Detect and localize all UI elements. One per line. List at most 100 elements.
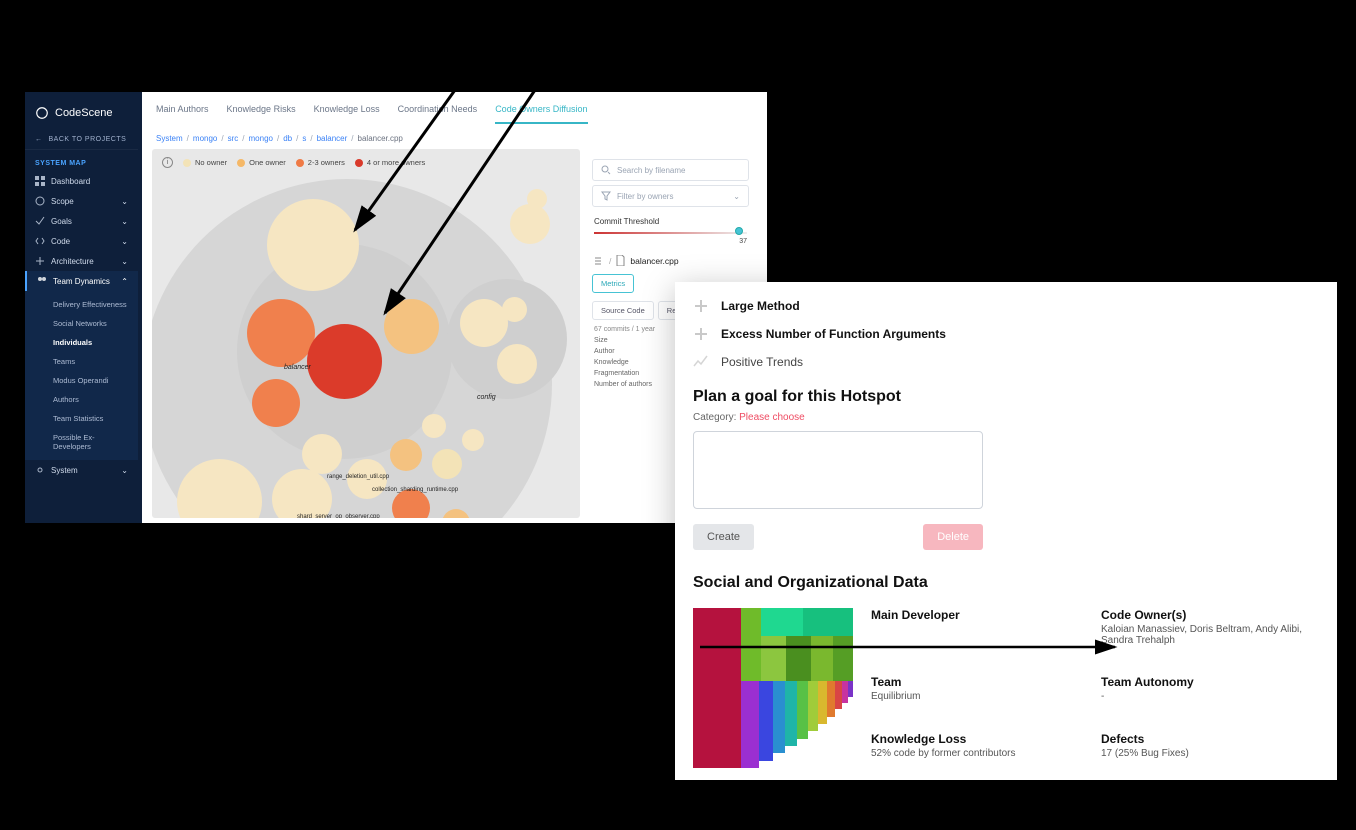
subnav-stats[interactable]: Team Statistics — [25, 409, 138, 428]
commit-threshold-label: Commit Threshold — [588, 211, 753, 228]
crumb-s[interactable]: s — [302, 134, 306, 143]
people-icon — [37, 276, 47, 286]
subnav-delivery[interactable]: Delivery Effectiveness — [25, 295, 138, 314]
chevron-down-icon: ⌄ — [121, 257, 128, 266]
nav-scope[interactable]: Scope ⌄ — [25, 191, 138, 211]
plus-icon — [693, 298, 709, 314]
issue-excess-args[interactable]: Excess Number of Function Arguments — [693, 320, 1319, 348]
social-columns: Main Developer Code Owner(s) Kaloian Man… — [871, 608, 1319, 768]
breadcrumb: System/ mongo/ src/ mongo/ db/ s/ balanc… — [138, 124, 767, 149]
file-collection-sharding: collection_sharding_runtime.cpp — [372, 487, 458, 493]
nav-system-label: System — [51, 466, 78, 475]
legend-two-three: 2-3 owners — [308, 158, 345, 167]
search-icon — [601, 165, 611, 175]
chevron-down-icon: ⌄ — [121, 217, 128, 226]
nav-code-label: Code — [51, 237, 70, 246]
issue-large-method[interactable]: Large Method — [693, 292, 1319, 320]
kv-author-k: Author — [594, 348, 615, 355]
subnav-authors[interactable]: Authors — [25, 390, 138, 409]
subnav-teams[interactable]: Teams — [25, 352, 138, 371]
positive-trends-label: Positive Trends — [721, 355, 803, 369]
chevron-up-icon: ⌃ — [121, 277, 128, 286]
metrics-button[interactable]: Metrics — [592, 274, 634, 293]
ownership-treemap[interactable] — [693, 608, 853, 768]
kv-frag-k: Fragmentation — [594, 370, 639, 377]
kv-knowledge-k: Knowledge — [594, 359, 629, 366]
tab-coordination[interactable]: Coordination Needs — [398, 104, 478, 124]
codescene-window: CodeScene ← BACK TO PROJECTS SYSTEM MAP … — [25, 92, 767, 523]
selected-file-name: balancer.cpp — [630, 256, 678, 266]
nav-system[interactable]: System ⌄ — [25, 460, 138, 480]
file-shard-server: shard_server_op_observer.cpp — [297, 514, 380, 518]
chevron-down-icon: ⌄ — [121, 237, 128, 246]
subnav-social[interactable]: Social Networks — [25, 314, 138, 333]
legend-four-more: 4 or more owners — [367, 158, 425, 167]
trend-icon — [693, 354, 709, 370]
file-icon — [616, 255, 625, 266]
info-icon[interactable]: i — [162, 157, 173, 168]
back-label: BACK TO PROJECTS — [49, 136, 127, 143]
nav-team-dynamics-label: Team Dynamics — [53, 277, 110, 286]
source-code-button[interactable]: Source Code — [592, 301, 654, 320]
social-data-title: Social and Organizational Data — [693, 570, 1319, 598]
gear-icon — [35, 465, 45, 475]
nav-code[interactable]: Code ⌄ — [25, 231, 138, 251]
main-dev-label: Main Developer — [871, 608, 1089, 622]
tab-knowledge-risks[interactable]: Knowledge Risks — [227, 104, 296, 124]
arrow-left-icon: ← — [35, 136, 43, 143]
crumb-db[interactable]: db — [283, 134, 292, 143]
plan-goal-title: Plan a goal for this Hotspot — [693, 384, 1319, 412]
tab-main-authors[interactable]: Main Authors — [156, 104, 209, 124]
commit-threshold-slider[interactable] — [594, 230, 747, 236]
tab-knowledge-loss[interactable]: Knowledge Loss — [314, 104, 380, 124]
diffusion-visualization[interactable]: i No owner One owner 2-3 owners 4 or mor… — [152, 149, 580, 518]
team-block: Team Equilibrium — [871, 675, 1089, 711]
code-owners-value: Kaloian Manassiev, Doris Beltram, Andy A… — [1101, 624, 1319, 646]
crumb-system[interactable]: System — [156, 134, 183, 143]
architecture-icon — [35, 256, 45, 266]
nav-dashboard[interactable]: Dashboard — [25, 171, 138, 191]
crumb-mongo[interactable]: mongo — [193, 134, 217, 143]
tab-bar: Main Authors Knowledge Risks Knowledge L… — [138, 92, 767, 124]
main-developer-block: Main Developer — [871, 608, 1089, 655]
code-owners-block: Code Owner(s) Kaloian Manassiev, Doris B… — [1101, 608, 1319, 655]
team-label: Team — [871, 675, 1089, 689]
nav-goals[interactable]: Goals ⌄ — [25, 211, 138, 231]
nav-team-dynamics[interactable]: Team Dynamics ⌃ — [25, 271, 138, 291]
filter-icon — [601, 191, 611, 201]
sidebar-edge — [138, 92, 142, 523]
back-to-projects[interactable]: ← BACK TO PROJECTS — [25, 130, 138, 150]
app-logo[interactable]: CodeScene — [25, 100, 138, 130]
knowledge-loss-value: 52% code by former contributors — [871, 748, 1089, 759]
defects-block: Defects 17 (25% Bug Fixes) — [1101, 732, 1319, 768]
tab-code-owners-diffusion[interactable]: Code Owners Diffusion — [495, 104, 587, 124]
team-dynamics-submenu: Delivery Effectiveness Social Networks I… — [25, 291, 138, 460]
kv-numauth-k: Number of authors — [594, 381, 652, 388]
list-icon — [594, 256, 604, 266]
search-input[interactable]: Search by filename — [592, 159, 749, 181]
subnav-modus[interactable]: Modus Operandi — [25, 371, 138, 390]
category-row: Category: Please choose — [693, 412, 1319, 423]
nav-architecture[interactable]: Architecture ⌄ — [25, 251, 138, 271]
team-autonomy-value: - — [1101, 691, 1319, 702]
subnav-exdev[interactable]: Possible Ex-Developers — [25, 428, 138, 456]
legend-no-owner: No owner — [195, 158, 227, 167]
positive-trends-row[interactable]: Positive Trends — [693, 348, 1319, 384]
crumb-src[interactable]: src — [228, 134, 239, 143]
crumb-mongo2[interactable]: mongo — [249, 134, 273, 143]
goal-textarea[interactable] — [693, 431, 983, 509]
category-select[interactable]: Please choose — [739, 412, 805, 423]
filter-by-owners[interactable]: Filter by owners ⌄ — [592, 185, 749, 207]
team-autonomy-label: Team Autonomy — [1101, 675, 1319, 689]
crumb-file: balancer.cpp — [358, 134, 403, 143]
crumb-balancer[interactable]: balancer — [317, 134, 348, 143]
create-button[interactable]: Create — [693, 524, 754, 550]
knowledge-loss-block: Knowledge Loss 52% code by former contri… — [871, 732, 1089, 768]
logo-icon — [35, 106, 49, 120]
delete-button[interactable]: Delete — [923, 524, 983, 550]
subnav-individuals[interactable]: Individuals — [25, 333, 138, 352]
selected-file-row: / balancer.cpp — [588, 245, 753, 270]
category-label: Category: — [693, 412, 736, 423]
nav-scope-label: Scope — [51, 197, 74, 206]
main-content: Main Authors Knowledge Risks Knowledge L… — [138, 92, 767, 523]
